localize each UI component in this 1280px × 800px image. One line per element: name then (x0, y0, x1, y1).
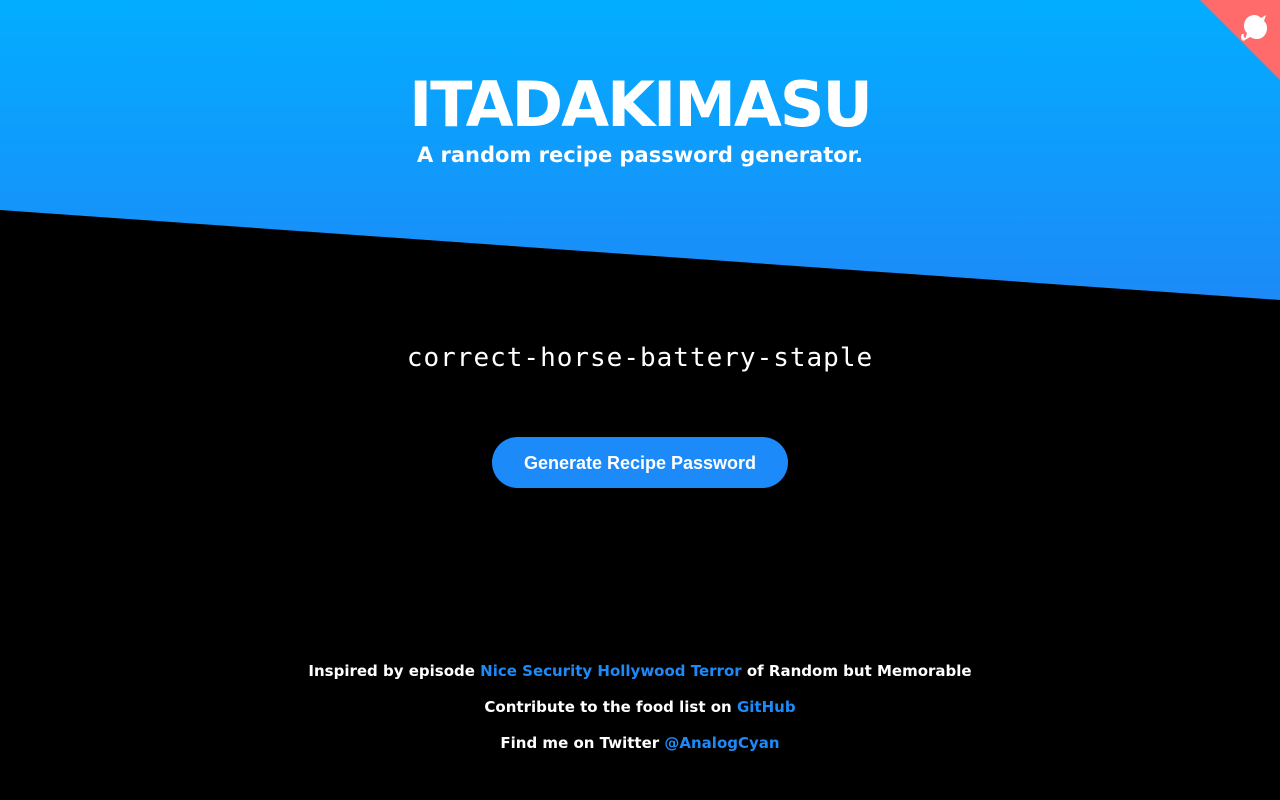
app-subtitle: A random recipe password generator. (416, 143, 864, 167)
twitter-link[interactable]: @AnalogCyan (664, 734, 779, 752)
footer-inspired-line: Inspired by episode Nice Security Hollyw… (0, 660, 1280, 682)
footer-contribute-line: Contribute to the food list on GitHub (0, 696, 1280, 718)
episode-link[interactable]: Nice Security Hollywood Terror (480, 662, 742, 680)
page: ITADAKIMASU A random recipe password gen… (0, 0, 1280, 800)
github-link[interactable]: GitHub (737, 698, 796, 716)
footer-twitter-line: Find me on Twitter @AnalogCyan (0, 732, 1280, 754)
generate-password-button[interactable]: Generate Recipe Password (492, 437, 788, 488)
footer-twitter-prefix: Find me on Twitter (500, 734, 665, 752)
footer-inspired-prefix: Inspired by episode (308, 662, 481, 680)
password-output: correct-horse-battery-staple (406, 343, 874, 373)
footer-inspired-suffix: of Random but Memorable (741, 662, 972, 680)
footer-contribute-prefix: Contribute to the food list on (484, 698, 737, 716)
app-title: ITADAKIMASU (409, 68, 873, 141)
